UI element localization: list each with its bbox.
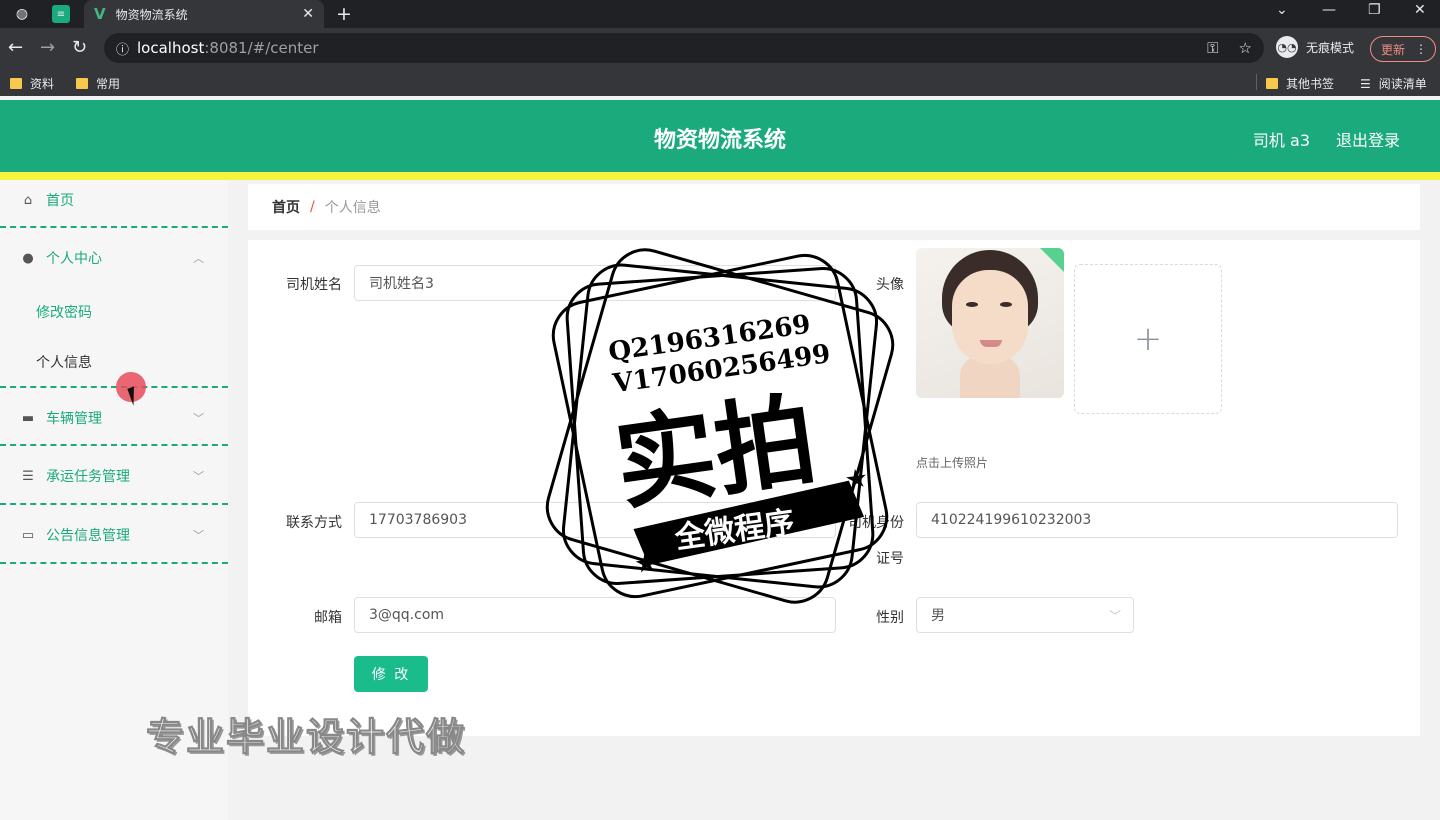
sidebar-item-label: 首页 (46, 193, 74, 209)
reading-list-icon: ☰ (1360, 76, 1371, 91)
reading-list[interactable]: ☰ 阅读清单 (1360, 75, 1427, 92)
gender-select[interactable]: 男 ﹀ (916, 597, 1134, 633)
chevron-down-icon: ﹀ (193, 529, 204, 542)
tab-title: 物资物流系统 (115, 7, 188, 22)
menu-divider (0, 444, 228, 446)
list-icon: ☰ (22, 468, 34, 484)
key-icon[interactable]: ⚿ (1207, 39, 1218, 57)
sidebar-item-personal-center[interactable]: ● 个人中心 ︿ (0, 230, 228, 286)
sidebar-item-label: 个人中心 (46, 251, 102, 267)
incognito-indicator[interactable]: ◔◔ 无痕模式 (1276, 36, 1354, 58)
bookmarks-bar: 资料 常用 其他书签 ☰ 阅读清单 (0, 68, 1440, 96)
upload-button[interactable]: + (1074, 264, 1222, 414)
star-icon: ★ (843, 463, 870, 496)
avatar-image[interactable] (916, 248, 1064, 398)
sidebar-item-label: 车辆管理 (46, 411, 102, 427)
browser-tab-bar: ◍ ≡ V 物资物流系统 ✕ + ⌄ — ❐ ✕ (0, 0, 1440, 28)
menu-divider (0, 503, 228, 505)
bookmark-label: 资料 (30, 77, 55, 91)
message-icon: ▭ (21, 527, 35, 543)
update-label: 更新 (1381, 42, 1406, 57)
vue-icon: V (94, 5, 106, 23)
chevron-down-icon: ﹀ (193, 470, 204, 483)
id-input[interactable]: 410224199610232003 (916, 502, 1398, 538)
watermark-stamp: Q2196316269 V17060256499 实拍 全微程序 ★ ★ (545, 248, 895, 604)
bookmark-label: 其他书签 (1286, 77, 1335, 91)
sidebar-item-home[interactable]: ⌂ 首页 (0, 172, 228, 228)
submit-button[interactable]: 修 改 (354, 656, 428, 692)
new-tab-icon[interactable]: + (336, 3, 352, 25)
breadcrumb-current: 个人信息 (324, 200, 381, 216)
bookmark-folder[interactable]: 资料 (10, 75, 54, 92)
menu-divider (0, 226, 228, 228)
browser-tab[interactable]: V 物资物流系统 ✕ (84, 0, 324, 28)
sidebar-item-vehicle[interactable]: ▬ 车辆管理 ﹀ (0, 390, 228, 446)
monitor-icon: ▬ (21, 410, 35, 426)
watermark-text: 专业毕业设计代做 (145, 715, 467, 760)
other-bookmarks[interactable]: 其他书签 (1266, 75, 1334, 92)
sidebar-item-notices[interactable]: ▭ 公告信息管理 ﹀ (0, 507, 228, 563)
folder-icon (76, 78, 88, 89)
tab-search-icon[interactable]: ⌄ (1276, 2, 1288, 18)
menu-divider (0, 562, 228, 564)
home-icon: ⌂ (23, 192, 33, 208)
current-user: 司机 a3 (1252, 131, 1310, 150)
upload-hint: 点击上传照片 (916, 456, 989, 470)
sidebar-item-label: 公告信息管理 (46, 528, 130, 544)
breadcrumb-home[interactable]: 首页 (272, 197, 300, 217)
reload-icon[interactable]: ↻ (72, 37, 87, 58)
close-tab-icon[interactable]: ✕ (302, 6, 314, 22)
sidebar-item-change-password[interactable]: 修改密码 (36, 302, 92, 322)
url-field[interactable]: ⓘ localhost :8081/#/center ⚿ ☆ (104, 33, 1264, 63)
incognito-icon: ◔◔ (1276, 36, 1298, 58)
address-bar: ← → ↻ ⓘ localhost :8081/#/center ⚿ ☆ ◔◔ … (0, 28, 1440, 68)
restore-icon[interactable]: ❐ (1368, 2, 1381, 18)
app-title: 物资物流系统 (653, 128, 786, 153)
star-icon: ★ (632, 547, 659, 580)
sidebar-item-tasks[interactable]: ☰ 承运任务管理 ﹀ (0, 448, 228, 504)
app-icon[interactable]: ≡ (52, 5, 70, 23)
email-label: 邮箱 (314, 610, 342, 626)
incognito-label: 无痕模式 (1306, 40, 1355, 55)
plus-icon: + (1133, 319, 1163, 359)
breadcrumb: 首页 / 个人信息 (248, 184, 1420, 230)
folder-icon (10, 78, 22, 89)
sidebar-item-label: 承运任务管理 (46, 469, 130, 485)
phone-label: 联系方式 (286, 515, 342, 531)
close-window-icon[interactable]: ✕ (1414, 2, 1426, 18)
gender-value: 男 (931, 608, 945, 624)
menu-divider (0, 386, 228, 388)
chevron-down-icon: ﹀ (193, 412, 204, 425)
bookmark-folder[interactable]: 常用 (76, 75, 120, 92)
minimize-icon[interactable]: — (1322, 2, 1336, 18)
user-icon: ● (22, 250, 34, 266)
bookmark-divider (1256, 74, 1257, 90)
update-button[interactable]: 更新 ⋮ (1370, 36, 1436, 62)
bookmark-label: 阅读清单 (1378, 77, 1427, 91)
name-label: 司机姓名 (286, 277, 342, 293)
forward-icon[interactable]: → (40, 37, 55, 58)
breadcrumb-separator: / (310, 199, 315, 215)
sidebar-item-personal-info[interactable]: 个人信息 (36, 352, 92, 372)
star-icon[interactable]: ☆ (1239, 39, 1252, 57)
bookmark-label: 常用 (96, 77, 121, 91)
menu-dots-icon: ⋮ (1415, 42, 1427, 56)
logout-link[interactable]: 退出登录 (1336, 127, 1400, 151)
globe-icon[interactable]: ◍ (12, 4, 32, 24)
info-icon[interactable]: ⓘ (116, 39, 129, 58)
folder-icon (1266, 78, 1278, 89)
back-icon[interactable]: ← (8, 37, 23, 58)
chevron-down-icon: ﹀ (1108, 609, 1121, 623)
url-host: localhost (137, 39, 205, 57)
url-path: :8081/#/center (204, 39, 319, 57)
chevron-up-icon: ︿ (193, 252, 204, 265)
